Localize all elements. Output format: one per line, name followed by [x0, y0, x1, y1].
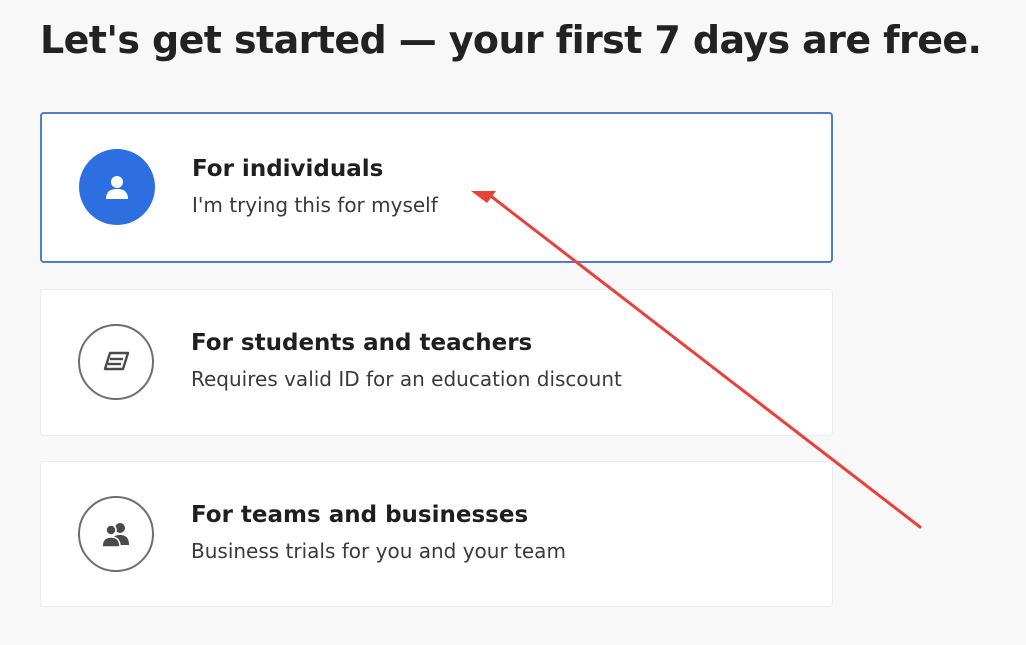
team-icon — [78, 496, 154, 572]
option-teams-subtitle: Business trials for you and your team — [191, 539, 566, 563]
option-students-teachers[interactable]: For students and teachers Requires valid… — [40, 289, 833, 436]
option-teams-title: For teams and businesses — [191, 502, 529, 528]
option-students-subtitle: Requires valid ID for an education disco… — [191, 367, 622, 391]
option-students-title: For students and teachers — [191, 330, 533, 356]
option-individuals-title: For individuals — [192, 156, 384, 182]
book-icon — [78, 324, 154, 400]
option-teams-businesses[interactable]: For teams and businesses Business trials… — [40, 461, 833, 607]
person-icon — [79, 149, 155, 225]
option-individuals[interactable]: For individuals I'm trying this for myse… — [40, 112, 833, 263]
page-title: Let's get started — your first 7 days ar… — [40, 18, 982, 62]
option-individuals-subtitle: I'm trying this for myself — [192, 193, 438, 217]
